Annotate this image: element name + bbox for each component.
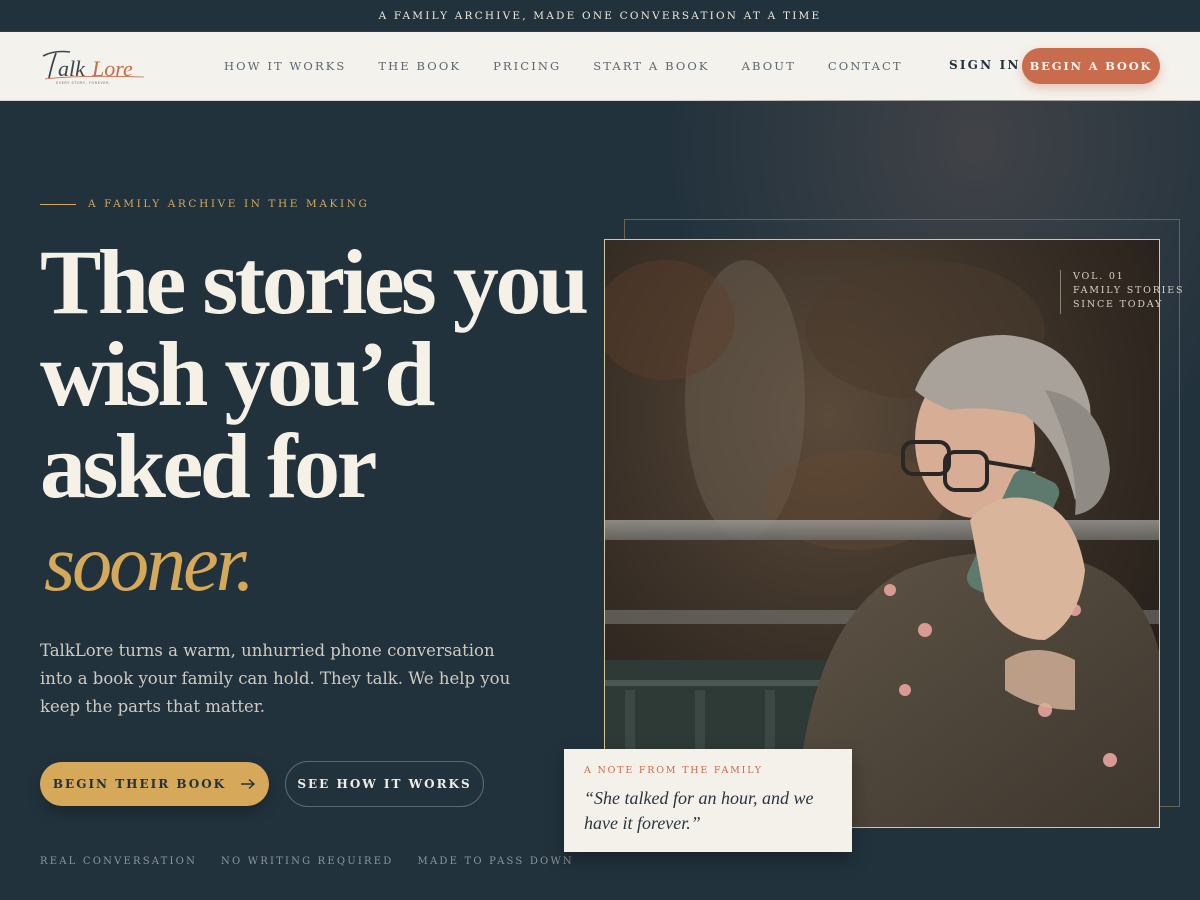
note-label: A NOTE FROM THE FAMILY bbox=[584, 765, 763, 776]
nav-the-book[interactable]: THE BOOK bbox=[378, 59, 461, 73]
sign-in-link[interactable]: SIGN IN bbox=[949, 58, 1021, 72]
arrow-right-icon bbox=[241, 778, 256, 790]
volume-label: VOL. 01 FAMILY STORIES SINCE TODAY bbox=[1060, 270, 1184, 314]
announcement-text: A FAMILY ARCHIVE, MADE ONE CONVERSATION … bbox=[378, 9, 822, 22]
vol-line: FAMILY STORIES bbox=[1073, 285, 1185, 296]
feature-item: NO WRITING REQUIRED bbox=[221, 856, 394, 867]
svg-text:Lore: Lore bbox=[91, 56, 133, 81]
vol-line: SINCE TODAY bbox=[1073, 299, 1164, 310]
woman-on-phone-photo bbox=[605, 240, 1159, 827]
site-header: alk Lore EVERY STORY, FOREVER. HOW IT WO… bbox=[0, 32, 1200, 101]
feature-list: REAL CONVERSATION NO WRITING REQUIRED MA… bbox=[40, 856, 598, 867]
hero-eyebrow: A FAMILY ARCHIVE IN THE MAKING bbox=[88, 198, 370, 210]
hero-lede: TalkLore turns a warm, unhurried phone c… bbox=[40, 641, 511, 716]
family-note-card: A NOTE FROM THE FAMILY “She talked for a… bbox=[564, 749, 852, 852]
announcement-bar: A FAMILY ARCHIVE, MADE ONE CONVERSATION … bbox=[0, 0, 1200, 32]
nav-start-a-book[interactable]: START A BOOK bbox=[593, 59, 709, 73]
logo[interactable]: alk Lore EVERY STORY, FOREVER. bbox=[40, 46, 152, 86]
feature-item: MADE TO PASS DOWN bbox=[417, 856, 574, 867]
svg-text:EVERY STORY, FOREVER.: EVERY STORY, FOREVER. bbox=[56, 81, 111, 85]
cta-secondary-label: SEE HOW IT WORKS bbox=[297, 777, 472, 791]
begin-their-book-button[interactable]: BEGIN THEIR BOOK bbox=[40, 762, 269, 806]
feature-item: REAL CONVERSATION bbox=[40, 856, 198, 867]
see-how-it-works-button[interactable]: SEE HOW IT WORKS bbox=[285, 761, 484, 807]
headline-line-1: The stories you bbox=[40, 231, 589, 333]
begin-a-book-button[interactable]: BEGIN A BOOK bbox=[1022, 48, 1160, 84]
hero-headline: The stories you wish you’d asked for bbox=[40, 231, 589, 517]
nav-about[interactable]: ABOUT bbox=[742, 59, 796, 73]
hero-photo bbox=[604, 239, 1160, 828]
note-quote: “She talked for an hour, and we have it … bbox=[584, 788, 814, 833]
vol-line: VOL. 01 bbox=[1073, 271, 1125, 282]
nav-contact[interactable]: CONTACT bbox=[828, 59, 903, 73]
nav-how-it-works[interactable]: HOW IT WORKS bbox=[224, 59, 346, 73]
headline-line-3: asked for bbox=[40, 415, 377, 517]
main-nav: HOW IT WORKS THE BOOK PRICING START A BO… bbox=[224, 32, 935, 100]
nav-pricing[interactable]: PRICING bbox=[493, 59, 561, 73]
cta-primary-label: BEGIN THEIR BOOK bbox=[52, 777, 227, 791]
headline-accent: sooner. bbox=[44, 520, 255, 608]
logo-wordmark: alk Lore EVERY STORY, FOREVER. bbox=[42, 50, 145, 85]
headline-line-2: wish you’d bbox=[40, 323, 435, 425]
eyebrow-divider bbox=[40, 204, 76, 205]
